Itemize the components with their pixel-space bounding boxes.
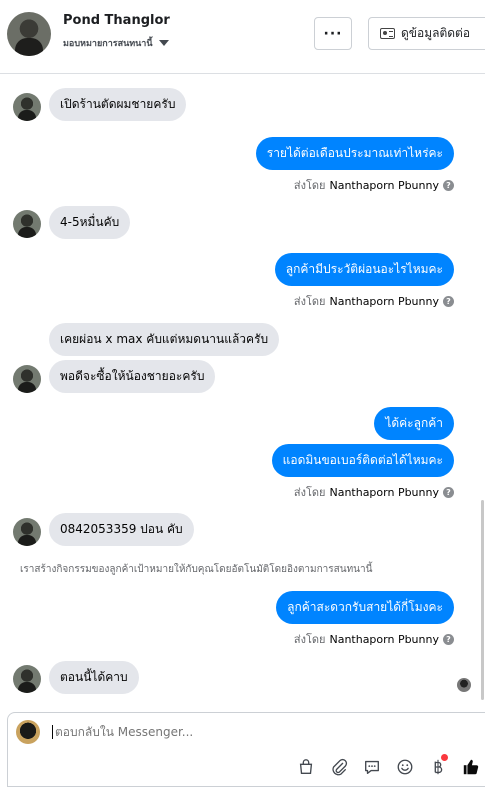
sender-avatar <box>13 518 41 546</box>
info-icon[interactable]: ? <box>443 179 454 191</box>
system-activity-note: เราสร้างกิจกรรมของลูกค้าเป้าหมายให้กับคุ… <box>20 564 373 575</box>
contact-name[interactable]: Pond Thanglor <box>63 13 170 28</box>
info-icon[interactable]: ? <box>443 295 454 307</box>
sender-avatar <box>13 93 41 121</box>
sent-by-prefix: ส่งโดย <box>293 295 326 308</box>
sender-avatar <box>13 665 41 693</box>
bag-icon[interactable] <box>296 757 316 777</box>
composer <box>7 712 485 787</box>
notification-badge <box>441 754 448 761</box>
message-bubble-incoming[interactable]: 0842053359 ปอน คับ <box>49 513 194 546</box>
sent-by-label: ส่งโดย Nanthaporn Pbunny ? <box>294 292 454 310</box>
sent-by-name: Nanthaporn Pbunny <box>329 485 439 499</box>
view-contact-button[interactable]: ดูข้อมูลติดต่อ <box>368 17 485 50</box>
composer-toolbar <box>296 757 481 777</box>
message-bubble-outgoing[interactable]: ได้ค่ะลูกค้า <box>374 407 454 440</box>
paperclip-icon[interactable] <box>329 757 349 777</box>
more-options-button[interactable]: ··· <box>314 17 352 50</box>
message-bubble-incoming[interactable]: เปิดร้านตัดผมชายครับ <box>49 88 187 121</box>
page-avatar <box>16 720 40 744</box>
message-bubble-incoming[interactable]: พอดีจะซื้อให้น้องชายอะครับ <box>49 360 216 393</box>
message-bubble-incoming[interactable]: เคยผ่อน x max คับแต่หมดนานแล้วครับ <box>49 323 280 356</box>
conversation-header: Pond Thanglor มอบหมายการสนทนานี้ ··· ดูข… <box>0 0 485 74</box>
sent-by-prefix: ส่งโดย <box>293 486 326 499</box>
message-bubble-outgoing[interactable]: รายได้ต่อเดือนประมาณเท่าไหร่คะ <box>255 137 454 170</box>
like-icon[interactable] <box>461 757 481 777</box>
sent-by-name: Nanthaporn Pbunny <box>329 294 439 308</box>
assign-label: มอบหมายการสนทนานี้ <box>63 39 153 49</box>
sent-by-name: Nanthaporn Pbunny <box>329 632 439 646</box>
message-bubble-outgoing[interactable]: ลูกค้าสะดวกรับสายได้กี่โมงคะ <box>276 591 454 624</box>
assign-conversation-dropdown[interactable]: มอบหมายการสนทนานี้ <box>63 36 169 50</box>
saved-reply-icon[interactable] <box>362 757 382 777</box>
caret-down-icon <box>158 40 169 46</box>
seen-indicator-avatar <box>457 678 471 692</box>
messenger-conversation: Pond Thanglor มอบหมายการสนทนานี้ ··· ดูข… <box>0 0 485 787</box>
sent-by-name: Nanthaporn Pbunny <box>329 178 439 192</box>
sent-by-label: ส่งโดย Nanthaporn Pbunny ? <box>294 483 454 501</box>
sent-by-prefix: ส่งโดย <box>293 179 326 192</box>
message-bubble-outgoing[interactable]: ลูกค้ามีประวัติผ่อนอะไรไหมคะ <box>274 253 454 286</box>
message-bubble-incoming[interactable]: ตอนนี้ได้คาบ <box>49 661 139 694</box>
reply-input[interactable] <box>52 725 432 739</box>
info-icon[interactable]: ? <box>443 486 454 498</box>
sender-avatar <box>13 210 41 238</box>
sent-by-prefix: ส่งโดย <box>293 633 326 646</box>
scrollbar[interactable] <box>481 500 484 700</box>
sent-by-label: ส่งโดย Nanthaporn Pbunny ? <box>294 630 454 648</box>
contact-card-icon <box>380 28 395 39</box>
message-bubble-outgoing[interactable]: แอดมินขอเบอร์ติดต่อได้ไหมคะ <box>271 444 454 477</box>
info-icon[interactable]: ? <box>443 633 454 645</box>
contact-avatar[interactable] <box>7 12 51 56</box>
view-contact-label: ดูข้อมูลติดต่อ <box>401 26 471 40</box>
sender-avatar <box>13 365 41 393</box>
emoji-icon[interactable] <box>395 757 415 777</box>
message-bubble-incoming[interactable]: 4-5หมื่นคับ <box>49 206 131 239</box>
sent-by-label: ส่งโดย Nanthaporn Pbunny ? <box>294 176 454 194</box>
